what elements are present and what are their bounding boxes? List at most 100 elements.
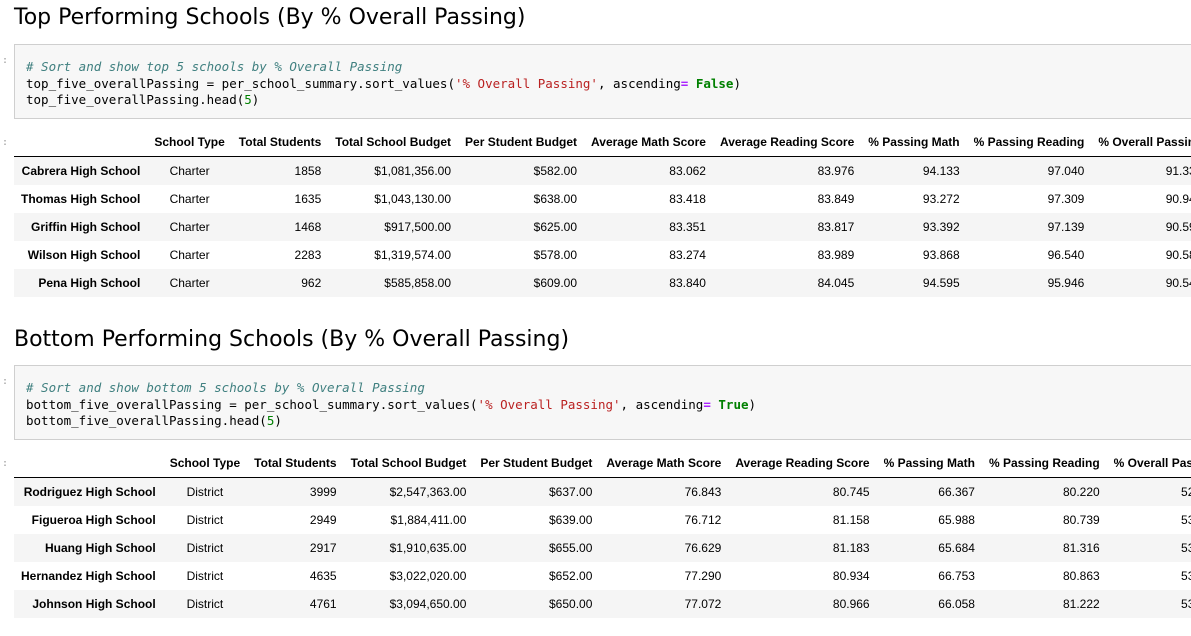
- table-cell: 53.204: [1181, 513, 1191, 527]
- table-cell: 97.040: [1047, 164, 1085, 178]
- column-header: % Overall Passing: [1106, 449, 1191, 478]
- table-cell: 2283: [294, 248, 322, 262]
- column-header: Average Reading Score: [728, 449, 877, 478]
- table-cell: $1,910,635.00: [389, 541, 467, 555]
- table-cell: Charter: [169, 276, 210, 290]
- column-header: % Passing Reading: [981, 449, 1107, 478]
- school-name-cell: Wilson High School: [27, 248, 141, 262]
- column-header: Average Math Score: [599, 449, 729, 478]
- column-header: % Overall Passing: [1091, 128, 1191, 157]
- code-string: '% Overall Passing': [454, 75, 598, 91]
- code-number: 5: [244, 92, 252, 107]
- table-cell: District: [186, 513, 224, 527]
- code-text: ): [274, 413, 282, 428]
- table-cell: 3999: [309, 485, 337, 499]
- table-cell: $582.00: [533, 164, 578, 178]
- output-prompt: :: [2, 458, 9, 469]
- school-name-cell: Pena High School: [38, 276, 141, 290]
- table-cell: District: [186, 485, 224, 499]
- code-text: , ascending: [620, 396, 704, 412]
- table-cell: 962: [301, 276, 322, 290]
- column-header: Average Reading Score: [712, 128, 862, 157]
- code-string: '% Overall Passing': [477, 396, 621, 412]
- table-cell: $609.00: [533, 276, 578, 290]
- code-variable: top_five_overallPassing: [26, 75, 200, 91]
- table-cell: 90.599: [1165, 220, 1191, 234]
- school-name-cell: Johnson High School: [32, 597, 156, 611]
- school-name-cell: Hernandez High School: [21, 569, 156, 583]
- table-cell: 83.817: [817, 220, 855, 234]
- index-header: [14, 128, 148, 157]
- output-prompt: :: [2, 137, 9, 148]
- table-row: Figueroa High School District 2949 $1,884,4…: [14, 506, 1191, 534]
- table-cell: 97.139: [1047, 220, 1085, 234]
- table-row: Hernandez High School District 4635 $3,022,…: [14, 562, 1191, 590]
- table-header-row: School Type Total Students Total School Bu…: [14, 449, 1191, 478]
- table-cell: 66.367: [938, 485, 975, 499]
- table-cell: 81.183: [832, 541, 870, 555]
- table-row: Huang High School District 2917 $1,910,635.…: [14, 534, 1191, 562]
- table-cell: 1468: [294, 220, 322, 234]
- table-cell: $1,043,130.00: [374, 192, 452, 206]
- table-cell: 81.222: [1062, 597, 1100, 611]
- table-cell: $650.00: [549, 597, 593, 611]
- school-name-cell: Cabrera High School: [21, 164, 141, 178]
- table-cell: 80.745: [832, 485, 870, 499]
- table-cell: 66.753: [938, 569, 975, 583]
- top-schools-heading: Top Performing Schools (By % Overall Pas…: [14, 5, 526, 30]
- table-cell: 2949: [309, 513, 337, 527]
- table-cell: 84.045: [817, 276, 855, 290]
- table-cell: 4635: [309, 569, 337, 583]
- table-cell: 83.976: [817, 164, 855, 178]
- table-cell: 80.739: [1062, 513, 1100, 527]
- column-header: Total Students: [231, 128, 329, 157]
- table-cell: 53.528: [1181, 569, 1191, 583]
- table-cell: 2917: [309, 541, 337, 555]
- code-text: per_school_summary.sort_values(: [221, 75, 455, 91]
- top-code-cell[interactable]: # Sort and show top 5 schools by % Overa…: [14, 44, 1191, 119]
- table-cell: 83.989: [817, 248, 855, 262]
- bottom-schools-table: School Type Total Students Total School Bu…: [14, 449, 1191, 618]
- top-schools-table: School Type Total Students Total School Bu…: [14, 128, 1191, 297]
- table-cell: 52.988: [1181, 485, 1191, 499]
- code-text: ): [251, 92, 260, 107]
- table-cell: 76.629: [684, 541, 722, 555]
- table-cell: 65.988: [938, 513, 975, 527]
- code-comment: # Sort and show bottom 5 schools by % Ov…: [26, 380, 425, 395]
- table-cell: Charter: [169, 164, 210, 178]
- table-cell: 83.418: [669, 192, 706, 206]
- table-cell: 76.712: [684, 513, 722, 527]
- school-name-cell: Figueroa High School: [31, 513, 156, 527]
- school-name-cell: Rodriguez High School: [23, 485, 156, 499]
- table-cell: 66.058: [938, 597, 975, 611]
- table-cell: $2,547,363.00: [389, 485, 467, 499]
- table-cell: 96.540: [1047, 248, 1085, 262]
- bottom-code-cell[interactable]: # Sort and show bottom 5 schools by % Ov…: [14, 365, 1191, 440]
- table-cell: $655.00: [549, 541, 593, 555]
- table-cell: 83.351: [669, 220, 706, 234]
- table-header-row: School Type Total Students Total School Bu…: [14, 128, 1191, 157]
- table-row: Johnson High School District 4761 $3,094,65…: [14, 590, 1191, 618]
- column-header: School Type: [147, 128, 232, 157]
- code-comment: # Sort and show top 5 schools by % Overa…: [26, 59, 403, 74]
- index-header: [14, 449, 163, 478]
- table-cell: 90.583: [1165, 248, 1191, 262]
- table-cell: 53.514: [1181, 541, 1191, 555]
- table-cell: $1,081,356.00: [374, 164, 452, 178]
- column-header: % Passing Reading: [966, 128, 1092, 157]
- column-header: % Passing Math: [861, 128, 967, 157]
- code-text: bottom_five_overallPassing.head(: [26, 413, 267, 428]
- table-row: Cabrera High School Charter 1858 $1,081,356…: [14, 156, 1191, 185]
- column-header: Per Student Budget: [473, 449, 600, 478]
- table-cell: 83.274: [669, 248, 706, 262]
- code-text: ): [733, 75, 741, 91]
- table-row: Pena High School Charter 962 $585,858.00 $60…: [14, 269, 1191, 297]
- code-cell-prompt: :: [2, 376, 9, 387]
- code-text: ): [748, 396, 757, 412]
- code-text: , ascending: [597, 75, 681, 91]
- table-cell: 80.220: [1062, 485, 1100, 499]
- table-cell: 1858: [294, 164, 322, 178]
- table-cell: 97.309: [1047, 192, 1085, 206]
- table-cell: $638.00: [533, 192, 578, 206]
- table-cell: District: [186, 569, 224, 583]
